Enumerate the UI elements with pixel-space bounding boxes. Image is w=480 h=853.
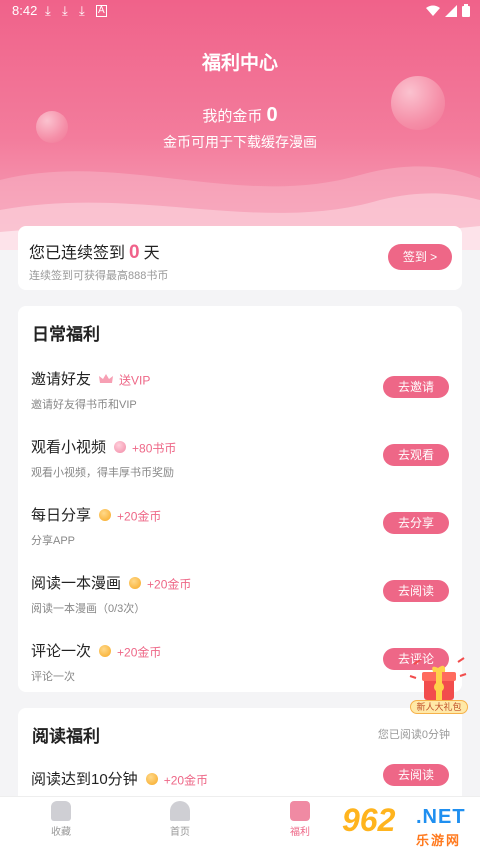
task-desc: 分享APP	[31, 535, 76, 547]
signin-streak: 您已连续签到 0 天	[29, 239, 160, 264]
download-icon: ⤓	[62, 3, 68, 18]
notification-a-icon: A	[96, 5, 107, 17]
task-reward: +20金币	[117, 509, 162, 524]
task-daily-share: 每日分享 +20金币 分享APP 去分享	[18, 504, 462, 564]
gold-coin-icon	[129, 577, 142, 590]
task-reward: +80书币	[132, 441, 177, 456]
nav-item-home[interactable]: 首页	[140, 801, 220, 838]
gold-coin-icon	[99, 509, 112, 522]
share-button[interactable]: 去分享	[383, 512, 449, 534]
signin-days: 0	[129, 242, 140, 263]
gold-coin-icon	[145, 773, 158, 786]
read-button[interactable]: 去阅读	[383, 764, 449, 786]
reading-status: 您已阅读0分钟	[377, 729, 450, 741]
status-bar: 8:42 ⤓ ⤓ ⤓ A	[0, 0, 480, 24]
task-comment: 评论一次 +20金币 评论一次 去评论	[18, 640, 462, 700]
reading-benefits-card: 阅读福利 您已阅读0分钟 阅读达到10分钟 +20金币 去阅读	[18, 708, 462, 808]
home-icon	[170, 801, 190, 821]
battery-icon	[462, 4, 470, 17]
page-title: 福利中心	[201, 53, 278, 74]
task-name: 评论一次	[31, 643, 92, 660]
watermark-suffix: .NET	[416, 806, 466, 828]
gift-badge-label: 新人大礼包	[410, 700, 468, 714]
watch-button[interactable]: 去观看	[383, 444, 449, 466]
nav-item-benefits[interactable]: 福利	[260, 801, 340, 838]
task-reward: +20金币	[163, 773, 209, 788]
task-desc: 阅读一本漫画（0/3次）	[31, 603, 146, 615]
coins-balance: 我的金币 0	[0, 104, 480, 127]
read-button[interactable]: 去阅读	[383, 580, 449, 602]
signin-subtitle: 连续签到可获得最高888书币	[29, 270, 169, 282]
task-watch-video: 观看小视频 +80书币 观看小视频，得丰厚书币奖励 去观看	[18, 436, 462, 496]
download-icon: ⤓	[79, 3, 85, 18]
signin-button[interactable]: 签到 >	[388, 244, 452, 270]
video-coin-icon	[114, 441, 127, 454]
task-read-comic: 阅读一本漫画 +20金币 阅读一本漫画（0/3次） 去阅读	[18, 572, 462, 632]
gift-icon	[290, 801, 310, 821]
signin-prefix: 您已连续签到	[29, 245, 126, 262]
wifi-icon	[426, 5, 440, 16]
invite-button[interactable]: 去邀请	[383, 376, 449, 398]
task-reward: +20金币	[117, 645, 162, 660]
task-invite-friends: 邀请好友 送VIP 邀请好友得书币和VIP 去邀请	[18, 368, 462, 428]
task-name: 每日分享	[31, 507, 92, 524]
task-name: 邀请好友	[31, 371, 92, 388]
coins-value: 0	[266, 104, 278, 126]
newbie-gift-badge[interactable]: 新人大礼包	[408, 656, 468, 716]
task-desc: 评论一次	[31, 671, 75, 683]
signal-icon	[445, 4, 457, 17]
signin-suffix: 天	[143, 245, 160, 262]
coins-subtitle: 金币可用于下载缓存漫画	[163, 134, 317, 150]
task-reward: +20金币	[147, 577, 192, 592]
download-icon: ⤓	[45, 3, 51, 18]
gold-coin-icon	[99, 645, 112, 658]
crown-icon	[99, 374, 114, 384]
coins-label: 我的金币	[202, 108, 263, 125]
status-time: 8:42	[12, 3, 38, 18]
section-title: 日常福利	[32, 325, 100, 344]
bookshelf-icon	[51, 801, 71, 821]
task-desc: 观看小视频，得丰厚书币奖励	[31, 467, 174, 479]
nav-item-favorites[interactable]: 收藏	[21, 801, 101, 838]
nav-label: 收藏	[51, 827, 71, 838]
task-name: 观看小视频	[31, 439, 107, 456]
site-watermark: 962 .NET 乐游网	[340, 800, 478, 850]
task-desc: 邀请好友得书币和VIP	[31, 399, 137, 411]
nav-label: 福利	[290, 827, 310, 838]
daily-benefits-card: 日常福利 邀请好友 送VIP 邀请好友得书币和VIP 去邀请 观看小视频 +80书币…	[18, 306, 462, 692]
gift-box-icon	[409, 657, 467, 700]
watermark-digits: 962	[342, 802, 396, 838]
signin-card: 您已连续签到 0 天 连续签到可获得最高888书币 签到 >	[18, 226, 462, 290]
task-reward: 送VIP	[119, 373, 151, 388]
nav-label: 首页	[170, 827, 190, 838]
section-title: 阅读福利	[32, 727, 100, 746]
watermark-cn: 乐游网	[416, 833, 462, 848]
task-name: 阅读一本漫画	[31, 575, 122, 592]
task-name: 阅读达到10分钟	[31, 771, 138, 788]
